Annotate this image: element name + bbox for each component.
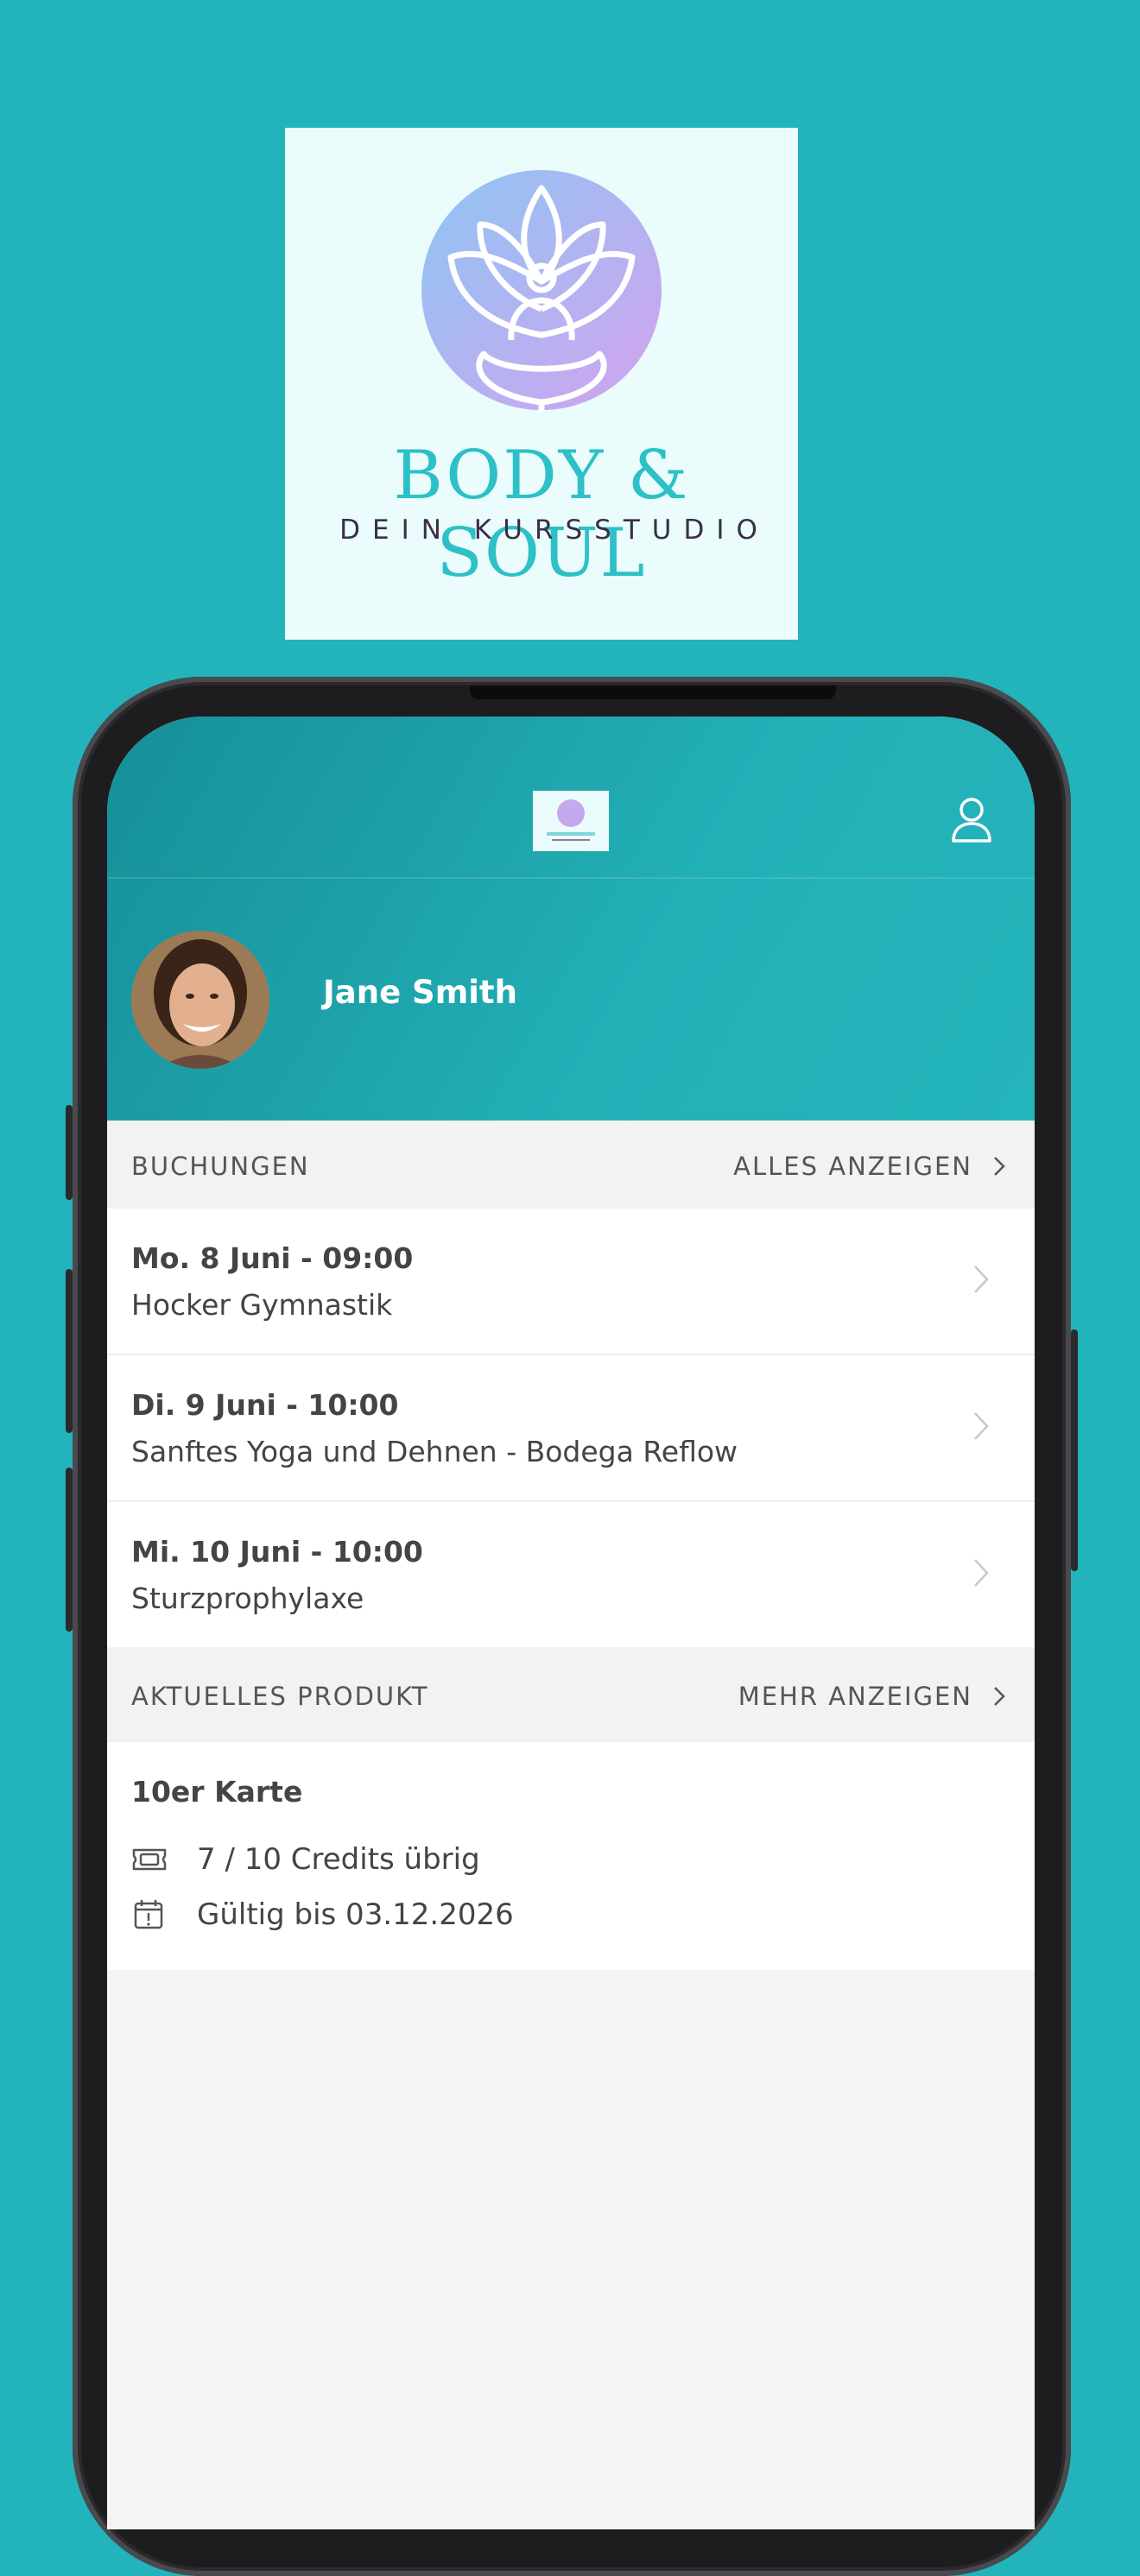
chevron-right-icon xyxy=(994,1687,1005,1706)
user-name: Jane Smith xyxy=(323,974,517,1011)
credits-text: 7 / 10 Credits übrig xyxy=(197,1842,480,1877)
header-logo[interactable] xyxy=(533,791,609,851)
booking-course: Sturzprophylaxe xyxy=(131,1582,364,1615)
validity-text: Gültig bis 03.12.2026 xyxy=(197,1897,514,1932)
show-all-label: ALLES ANZEIGEN xyxy=(733,1152,972,1181)
chevron-right-icon xyxy=(974,1412,989,1440)
booking-date: Mo. 8 Juni - 09:00 xyxy=(131,1241,414,1275)
chevron-right-icon xyxy=(974,1266,989,1293)
avatar-photo-icon xyxy=(131,931,269,1069)
show-all-bookings-link[interactable]: ALLES ANZEIGEN xyxy=(733,1152,1005,1181)
bookings-section-header: BUCHUNGEN ALLES ANZEIGEN xyxy=(107,1121,1035,1209)
chevron-right-icon xyxy=(974,1559,989,1587)
calendar-alert-icon xyxy=(134,1900,163,1929)
booking-date: Mi. 10 Juni - 10:00 xyxy=(131,1535,423,1569)
show-more-label: MEHR ANZEIGEN xyxy=(738,1682,972,1711)
ticket-icon xyxy=(132,1848,167,1871)
booking-date: Di. 9 Juni - 10:00 xyxy=(131,1388,399,1422)
user-icon xyxy=(952,798,991,843)
profile-button[interactable] xyxy=(950,796,993,844)
phone-volume-up xyxy=(66,1269,73,1433)
current-product-card[interactable]: 10er Karte 7 / 10 Credits übrig Gültig b… xyxy=(107,1742,1035,1970)
header-divider xyxy=(107,877,1035,879)
phone-action-button xyxy=(66,1105,73,1200)
booking-course: Sanftes Yoga und Dehnen - Bodega Reflow xyxy=(131,1435,738,1468)
phone-top-notch xyxy=(470,685,836,699)
phone-volume-down xyxy=(66,1468,73,1632)
chevron-right-icon xyxy=(994,1157,1005,1176)
show-more-products-link[interactable]: MEHR ANZEIGEN xyxy=(738,1682,1005,1711)
booking-item[interactable]: Mo. 8 Juni - 09:00 Hocker Gymnastik xyxy=(107,1209,1035,1355)
phone-power-button xyxy=(1071,1329,1078,1571)
app-screen: Jane Smith BUCHUNGEN ALLES ANZEIGEN Mo. … xyxy=(107,717,1035,2529)
app-header: Jane Smith xyxy=(107,717,1035,1121)
bookings-title: BUCHUNGEN xyxy=(131,1152,310,1181)
booking-item[interactable]: Mi. 10 Juni - 10:00 Sturzprophylaxe xyxy=(107,1502,1035,1647)
avatar[interactable] xyxy=(131,931,269,1069)
product-name: 10er Karte xyxy=(131,1775,303,1809)
product-section-title: AKTUELLES PRODUKT xyxy=(131,1682,429,1711)
body-and-soul-logo-icon xyxy=(547,799,595,841)
booking-course: Hocker Gymnastik xyxy=(131,1288,393,1322)
validity-row: Gültig bis 03.12.2026 xyxy=(131,1897,514,1932)
credits-row: 7 / 10 Credits übrig xyxy=(131,1842,480,1877)
booking-item[interactable]: Di. 9 Juni - 10:00 Sanftes Yoga und Dehn… xyxy=(107,1355,1035,1502)
brand-tagline: DEIN KURSSTUDIO xyxy=(339,515,770,546)
product-section-header: AKTUELLES PRODUKT MEHR ANZEIGEN xyxy=(107,1651,1035,1742)
brand-logo-card: BODY & SOUL DEIN KURSSTUDIO xyxy=(285,128,798,640)
